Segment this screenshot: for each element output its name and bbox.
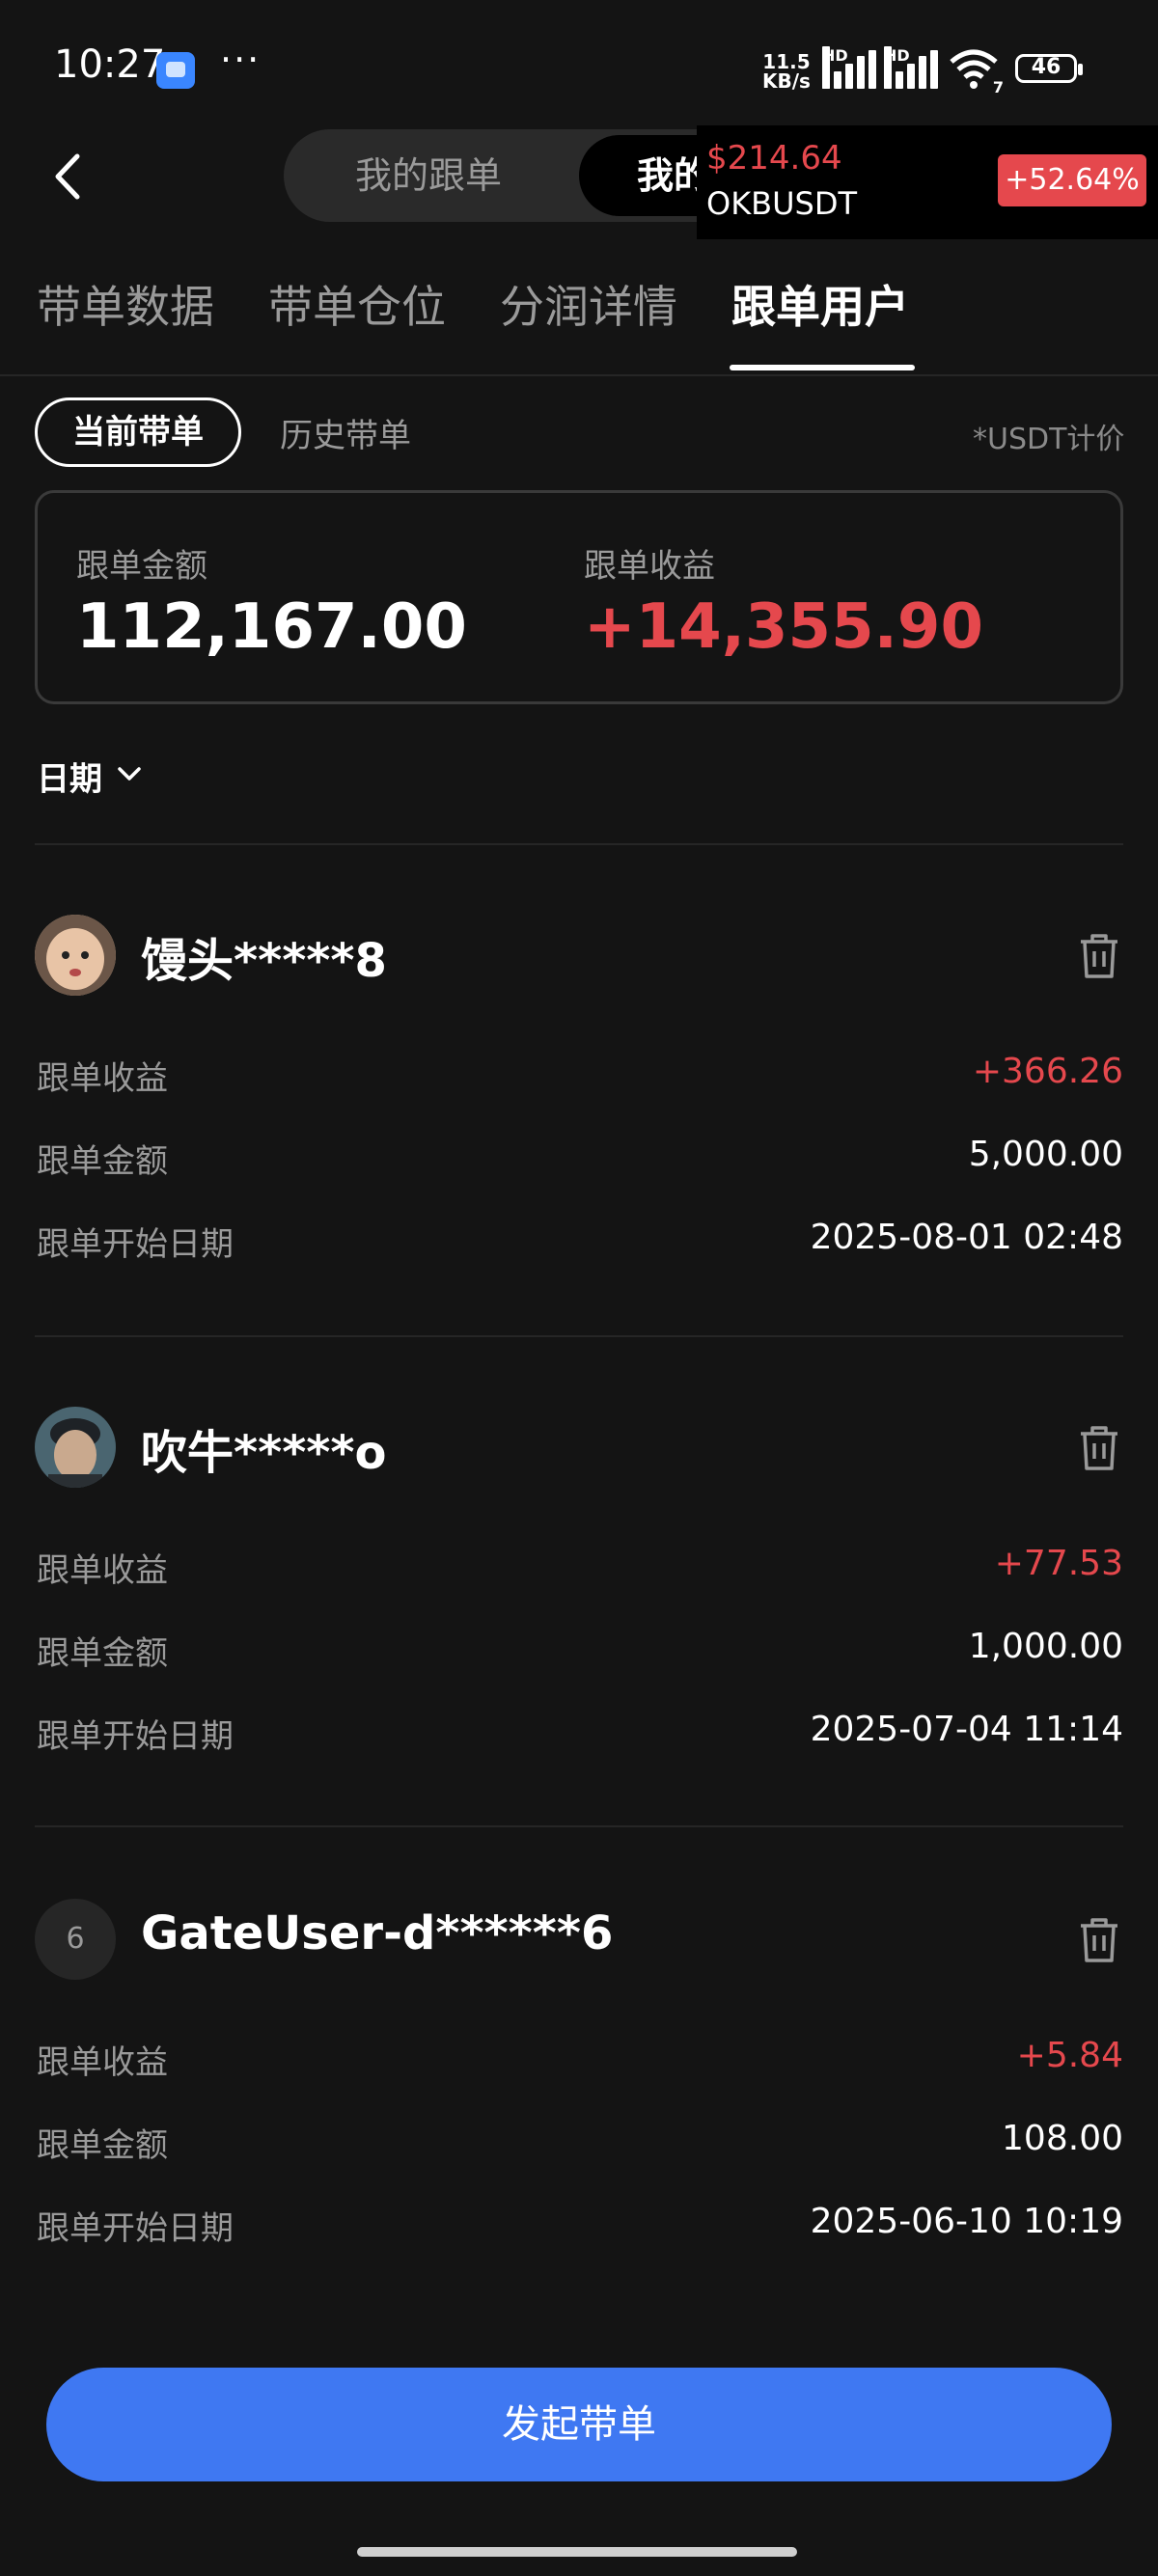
app-notification-icon bbox=[156, 52, 195, 89]
user-profit-value: +77.53 bbox=[994, 1544, 1123, 1583]
user-name: 吹牛*****o bbox=[141, 1426, 387, 1480]
summary-profit-value: +14,355.90 bbox=[584, 591, 983, 663]
battery-icon: 46 bbox=[1015, 54, 1083, 83]
amount-label: 跟单金额 bbox=[37, 1142, 168, 1181]
filter-history-button[interactable]: 历史带单 bbox=[280, 409, 411, 456]
home-indicator[interactable] bbox=[357, 2547, 797, 2557]
divider bbox=[35, 1335, 1123, 1337]
ticker-symbol: OKBUSDT bbox=[706, 185, 858, 222]
start-date-label: 跟单开始日期 bbox=[37, 2209, 234, 2248]
tab-lead-data[interactable]: 带单数据 bbox=[37, 272, 214, 336]
summary-card: 跟单金额 112,167.00 跟单收益 +14,355.90 bbox=[35, 490, 1123, 704]
tab-followers[interactable]: 跟单用户 bbox=[731, 272, 909, 336]
wifi-icon: 7 bbox=[948, 48, 1004, 96]
trash-icon[interactable] bbox=[1077, 1916, 1121, 1964]
tab-bar: 带单数据 带单仓位 分润详情 跟单用户 bbox=[0, 260, 1158, 376]
amount-label: 跟单金额 bbox=[37, 1634, 168, 1673]
segment-my-copy[interactable]: 我的跟单 bbox=[284, 129, 573, 222]
user-profit-value: +5.84 bbox=[1016, 2036, 1123, 2075]
start-date-label: 跟单开始日期 bbox=[37, 1717, 234, 1756]
user-start-date: 2025-06-10 10:19 bbox=[810, 2202, 1123, 2241]
profit-label: 跟单收益 bbox=[37, 1551, 168, 1590]
user-start-date: 2025-08-01 02:48 bbox=[810, 1218, 1123, 1257]
trash-icon[interactable] bbox=[1077, 1424, 1121, 1472]
user-amount-value: 5,000.00 bbox=[968, 1135, 1123, 1174]
filter-current-button[interactable]: 当前带单 bbox=[35, 397, 241, 467]
battery-level: 46 bbox=[1031, 55, 1062, 79]
user-amount-value: 108.00 bbox=[1002, 2119, 1123, 2158]
summary-amount-label: 跟单金额 bbox=[76, 547, 207, 586]
back-icon[interactable] bbox=[48, 152, 87, 201]
status-bar: 10:27 ··· 11.5 KB/s HD HD 7 46 bbox=[0, 0, 1158, 125]
user-name: 馒头*****8 bbox=[141, 934, 387, 988]
network-speed: 11.5 KB/s bbox=[762, 52, 811, 91]
date-sort-button[interactable]: 日期 bbox=[37, 753, 102, 800]
ticker-change-badge: +52.64% bbox=[998, 154, 1146, 206]
start-lead-button[interactable]: 发起带单 bbox=[46, 2368, 1112, 2481]
profit-label: 跟单收益 bbox=[37, 2043, 168, 2082]
avatar bbox=[35, 915, 116, 996]
amount-label: 跟单金额 bbox=[37, 2126, 168, 2165]
tab-profit-share[interactable]: 分润详情 bbox=[500, 272, 677, 336]
ticker-price: $214.64 bbox=[706, 139, 842, 178]
signal-icon-2: HD bbox=[884, 46, 940, 89]
status-time: 10:27 bbox=[54, 42, 166, 87]
active-tab-indicator bbox=[730, 365, 915, 370]
avatar: 6 bbox=[35, 1899, 116, 1980]
user-name: GateUser-d******6 bbox=[141, 1906, 614, 1960]
net-speed-unit: KB/s bbox=[762, 69, 811, 93]
profit-label: 跟单收益 bbox=[37, 1059, 168, 1098]
chevron-down-icon[interactable] bbox=[116, 764, 143, 783]
divider bbox=[35, 1825, 1123, 1827]
avatar bbox=[35, 1407, 116, 1488]
user-amount-value: 1,000.00 bbox=[968, 1627, 1123, 1666]
ticker-overlay[interactable]: $214.64 OKBUSDT +52.64% bbox=[697, 125, 1158, 239]
summary-amount-value: 112,167.00 bbox=[76, 591, 467, 663]
start-date-label: 跟单开始日期 bbox=[37, 1225, 234, 1264]
net-speed-value: 11.5 bbox=[762, 50, 811, 73]
signal-icon: HD bbox=[822, 46, 878, 89]
wifi-sub: 7 bbox=[992, 78, 1004, 96]
trash-icon[interactable] bbox=[1077, 932, 1121, 980]
user-start-date: 2025-07-04 11:14 bbox=[810, 1710, 1123, 1749]
user-profit-value: +366.26 bbox=[972, 1052, 1123, 1091]
summary-profit-label: 跟单收益 bbox=[584, 547, 715, 586]
divider bbox=[35, 843, 1123, 845]
more-notifications-icon: ··· bbox=[220, 39, 262, 81]
tab-lead-positions[interactable]: 带单仓位 bbox=[268, 272, 446, 336]
unit-note: *USDT计价 bbox=[973, 423, 1125, 456]
